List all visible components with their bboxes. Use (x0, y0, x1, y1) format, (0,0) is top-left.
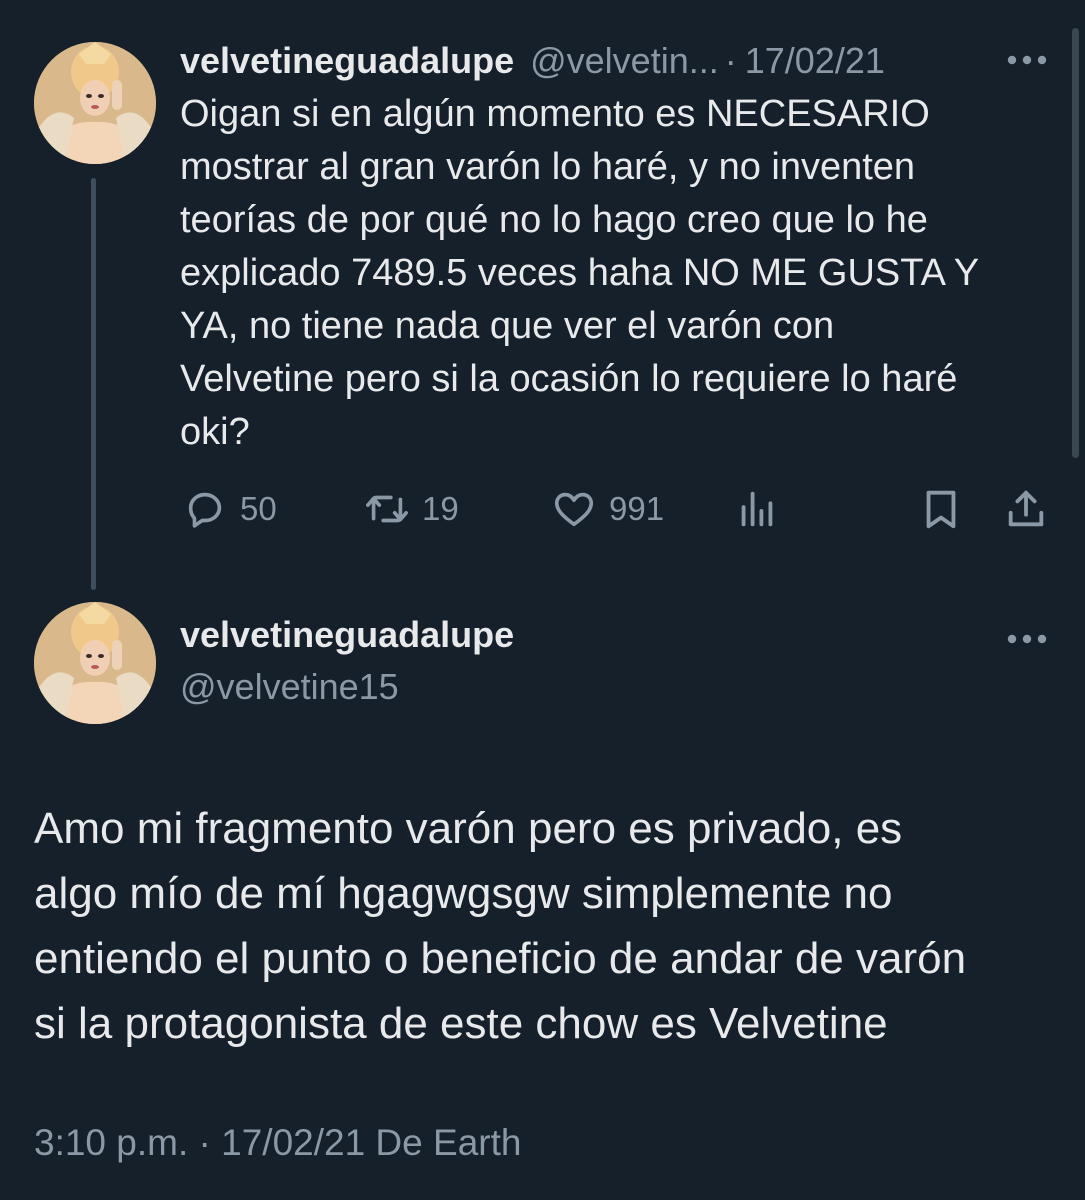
heart-icon (554, 492, 594, 527)
reply-count: 50 (240, 490, 277, 527)
display-name[interactable]: velvetineguadalupe (180, 40, 514, 82)
retweet-count: 19 (422, 490, 459, 527)
share-button[interactable] (1003, 484, 1049, 534)
handle[interactable]: @velvetin... (530, 40, 719, 82)
reply-button[interactable]: 50 (182, 484, 277, 534)
handle[interactable]: @velvetine15 (180, 666, 399, 708)
bookmark-button[interactable] (918, 484, 964, 534)
like-count: 991 (609, 490, 665, 527)
like-button[interactable]: 991 (551, 484, 664, 534)
more-icon (1007, 634, 1047, 644)
share-icon (1008, 490, 1044, 527)
avatar-image (34, 42, 156, 164)
tweet-text: Oigan si en algún momento es NECESARIO m… (180, 93, 980, 453)
avatar[interactable] (34, 602, 156, 724)
retweet-button[interactable]: 19 (364, 484, 459, 534)
separator: · (724, 40, 737, 81)
tweet-timestamp[interactable]: 3:10 p.m. · 17/02/21 De Earth (34, 1122, 521, 1164)
tweet-actions: 50 19 991 (0, 484, 1085, 534)
views-button[interactable] (734, 484, 780, 534)
bookmark-icon (926, 490, 956, 529)
scrollbar[interactable] (1072, 28, 1079, 458)
tweet-date[interactable]: 17/02/21 (745, 40, 885, 82)
more-button[interactable] (1002, 624, 1052, 654)
more-button[interactable] (1002, 45, 1052, 75)
views-icon (741, 491, 773, 527)
display-name[interactable]: velvetineguadalupe (180, 614, 514, 656)
tweet-header: velvetineguadalupe @velvetin... · 17/02/… (180, 36, 885, 86)
tweet-text: Amo mi fragmento varón pero es privado, … (34, 804, 967, 1048)
reply-icon (188, 492, 222, 528)
retweet-icon (366, 495, 408, 523)
more-icon (1007, 55, 1047, 65)
avatar-image (34, 602, 156, 724)
avatar[interactable] (34, 42, 156, 164)
